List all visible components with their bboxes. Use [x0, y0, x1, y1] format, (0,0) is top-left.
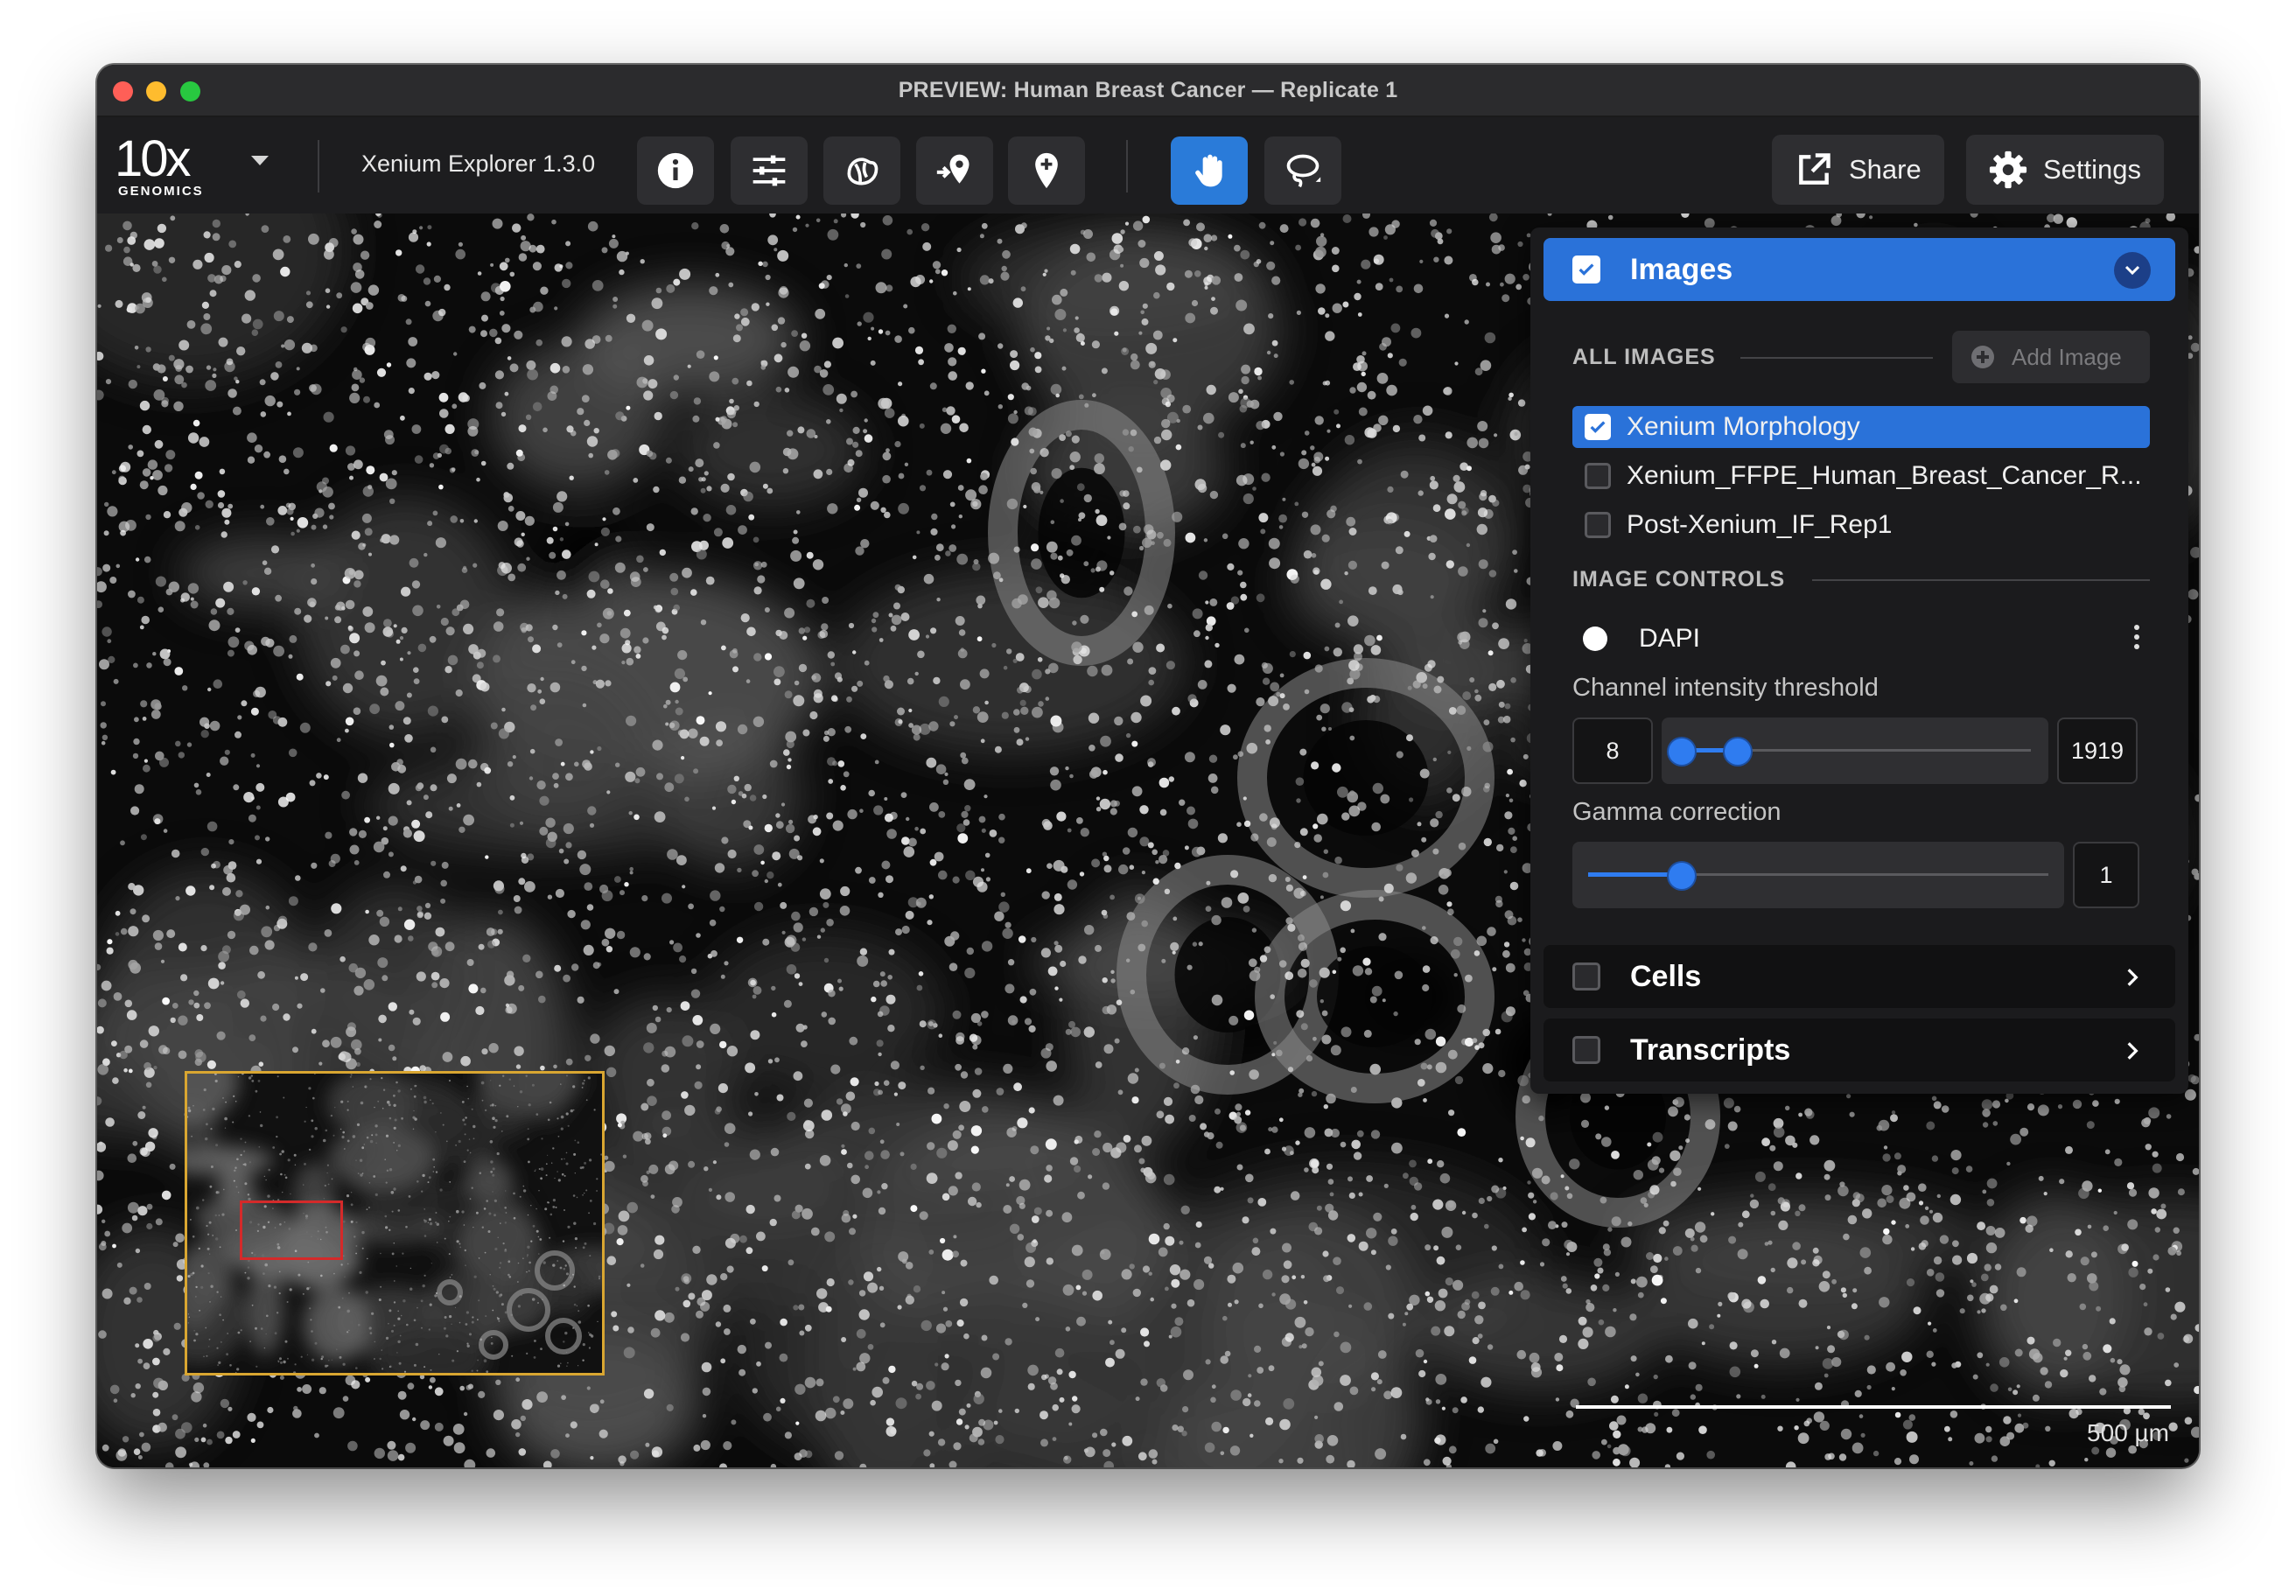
pin-add-icon — [1035, 152, 1058, 189]
add-image-button[interactable]: Add Image — [1952, 331, 2150, 383]
toolbar: 10x GENOMICS Xenium Explorer 1.3.0 Share… — [97, 117, 2199, 214]
gamma-label: Gamma correction — [1572, 798, 1782, 826]
go-to-location-button[interactable] — [916, 136, 993, 205]
image-item-label: Xenium_FFPE_Human_Breast_Cancer_R... — [1627, 461, 2142, 490]
settings-button[interactable]: Settings — [1966, 135, 2165, 205]
cells-section-header[interactable]: Cells — [1544, 945, 2175, 1008]
slider-fill — [1588, 872, 1681, 877]
gamma-slider[interactable] — [1572, 842, 2064, 908]
threshold-label: Channel intensity threshold — [1572, 674, 1879, 702]
scale-bar-label: 500 µm — [2087, 1419, 2169, 1446]
section-divider — [1740, 357, 1933, 359]
info-icon — [657, 152, 694, 189]
threshold-range-slider[interactable] — [1662, 718, 2048, 784]
images-section-title: Images — [1630, 252, 1733, 286]
channel-name: DAPI — [1639, 624, 1701, 653]
expand-transcripts-button[interactable] — [2114, 1032, 2151, 1069]
gamma-thumb[interactable] — [1669, 863, 1695, 889]
image-item-post-xenium-if[interactable]: Post-Xenium_IF_Rep1 — [1572, 504, 2150, 546]
share-icon — [1799, 153, 1830, 185]
app-window: PREVIEW: Human Breast Cancer — Replicate… — [97, 65, 2199, 1467]
minimap-viewport-rect[interactable] — [240, 1200, 343, 1260]
sliders-icon — [752, 155, 786, 186]
hand-pan-icon — [1195, 154, 1222, 187]
image-item-xenium-morphology[interactable]: Xenium Morphology — [1572, 406, 2150, 448]
window-title: PREVIEW: Human Breast Cancer — Replicate… — [898, 78, 1398, 102]
cells-checkbox[interactable] — [1572, 962, 1600, 990]
image-controls-label: IMAGE CONTROLS — [1572, 567, 1786, 592]
gene-panel-button[interactable] — [823, 136, 900, 205]
toolbar-divider — [1126, 140, 1128, 192]
lasso-icon — [1286, 154, 1321, 188]
gene-icon — [847, 158, 878, 186]
transcripts-section-header[interactable]: Transcripts — [1544, 1018, 2175, 1082]
tissue-viewer[interactable]: 500 µm Images ALL IMAGES Add Image Xeniu… — [97, 214, 2199, 1467]
image-item-label: Xenium Morphology — [1627, 412, 1860, 441]
adjustments-button[interactable] — [731, 136, 808, 205]
10x-genomics-logo[interactable]: 10x GENOMICS — [115, 130, 213, 200]
share-button[interactable]: Share — [1772, 135, 1944, 205]
checkmark-icon — [1590, 421, 1606, 433]
images-section-header[interactable]: Images — [1544, 238, 2175, 301]
cells-section-title: Cells — [1630, 959, 1702, 993]
scale-bar — [1576, 1405, 2171, 1409]
add-pin-button[interactable] — [1008, 136, 1085, 205]
all-images-label: ALL IMAGES — [1572, 345, 1716, 369]
expand-cells-button[interactable] — [2114, 959, 2151, 996]
threshold-max-thumb[interactable] — [1725, 738, 1751, 765]
app-version: Xenium Explorer 1.3.0 — [361, 150, 596, 177]
add-image-label: Add Image — [2012, 343, 2122, 370]
gamma-input[interactable]: 1 — [2073, 842, 2139, 908]
more-options-icon[interactable] — [2134, 625, 2141, 653]
image-item-checkbox[interactable] — [1585, 414, 1611, 440]
logo-subtitle: GENOMICS — [118, 184, 204, 199]
image-item-ffpe[interactable]: Xenium_FFPE_Human_Breast_Cancer_R... — [1572, 455, 2150, 497]
pin-arrow-icon — [936, 154, 970, 184]
threshold-min-thumb[interactable] — [1669, 738, 1695, 765]
images-checkbox[interactable] — [1572, 256, 1600, 284]
image-item-checkbox[interactable] — [1585, 512, 1611, 538]
title-bar: PREVIEW: Human Breast Cancer — Replicate… — [97, 65, 2199, 117]
chevron-down-icon — [2124, 265, 2140, 276]
section-divider — [1812, 579, 2150, 581]
collapse-images-button[interactable] — [2114, 252, 2151, 289]
settings-label: Settings — [2043, 154, 2142, 185]
transcripts-section-title: Transcripts — [1630, 1032, 1791, 1067]
toolbar-divider — [318, 140, 319, 192]
layers-panel: Images ALL IMAGES Add Image Xenium Morph… — [1530, 228, 2188, 1094]
gear-icon — [1989, 150, 2027, 189]
info-button[interactable] — [637, 136, 714, 205]
threshold-min-input[interactable]: 8 — [1572, 718, 1653, 784]
threshold-max-input[interactable]: 1919 — [2057, 718, 2138, 784]
overview-minimap[interactable] — [185, 1071, 605, 1376]
transcripts-checkbox[interactable] — [1572, 1036, 1600, 1064]
checkmark-icon — [1578, 263, 1594, 276]
channel-color-swatch[interactable] — [1583, 626, 1607, 651]
image-item-checkbox[interactable] — [1585, 463, 1611, 489]
chevron-down-icon[interactable] — [251, 156, 269, 165]
plus-circle-icon — [1971, 346, 1994, 368]
lasso-tool-button[interactable] — [1264, 136, 1341, 205]
chevron-right-icon — [2127, 969, 2138, 986]
image-item-label: Post-Xenium_IF_Rep1 — [1627, 510, 1893, 539]
chevron-right-icon — [2127, 1042, 2138, 1060]
share-label: Share — [1849, 154, 1922, 185]
logo-wordmark: 10x — [115, 130, 191, 187]
channel-row-dapi[interactable]: DAPI — [1572, 620, 2150, 658]
pan-tool-button[interactable] — [1171, 136, 1248, 205]
